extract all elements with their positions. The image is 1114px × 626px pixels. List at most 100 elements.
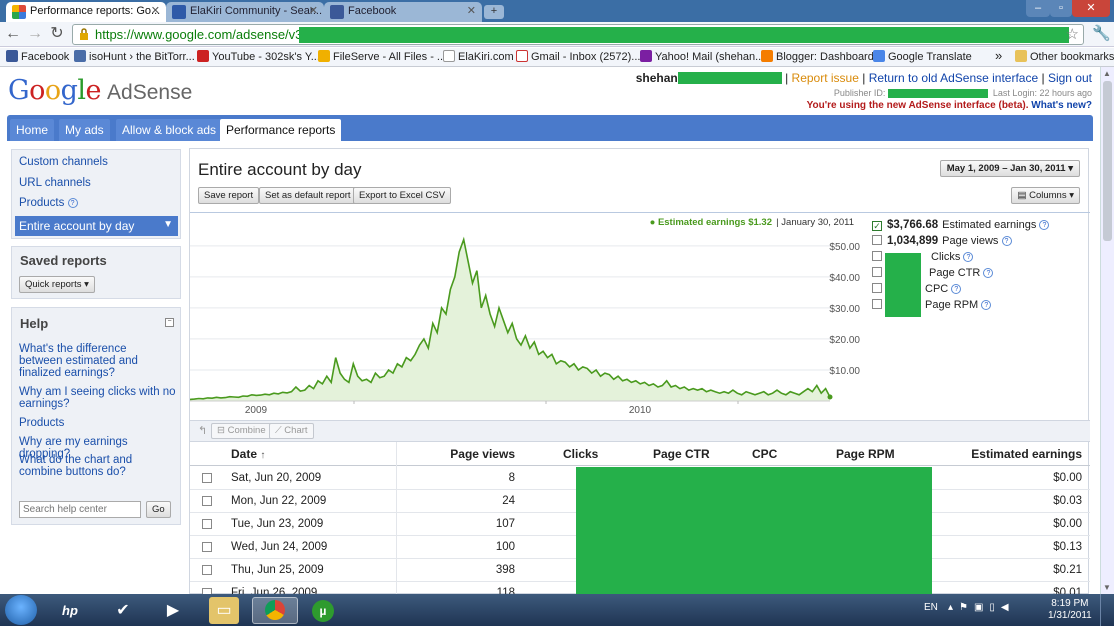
help-link-clicks-no-earnings[interactable]: Why am I seeing clicks with no earnings?	[19, 386, 177, 410]
clock[interactable]: 8:19 PM 1/31/2011	[1048, 598, 1092, 622]
bookmark-yahoo-mail[interactable]: Yahoo! Mail (shehan...	[640, 50, 764, 63]
bookmark-google-translate[interactable]: Google Translate	[873, 50, 972, 63]
tab-home[interactable]: Home	[10, 119, 55, 141]
tab-close-icon[interactable]: ✕	[467, 4, 476, 17]
report-issue-link[interactable]: Report issue	[792, 71, 859, 85]
tab-allow-block-ads[interactable]: Allow & block ads	[116, 119, 223, 141]
chart-button[interactable]: ⟋ Chart	[269, 423, 314, 439]
set-default-report-button[interactable]: Set as default report	[259, 187, 357, 204]
metric-clicks[interactable]: Clicks ?	[872, 251, 974, 263]
help-icon[interactable]: ?	[1001, 236, 1012, 246]
bookmark-fileserve[interactable]: FileServe - All Files - ...	[318, 50, 446, 63]
metric-checkbox[interactable]	[872, 267, 882, 277]
go-button[interactable]: Go	[146, 501, 171, 518]
browser-tab-facebook[interactable]: Facebook ✕	[324, 2, 482, 22]
quick-reports-dropdown[interactable]: Quick reports ▾	[19, 276, 95, 293]
checkmark-app-icon[interactable]: ✔	[105, 597, 141, 624]
metric-estimated-earnings[interactable]: ✓ $3,766.68 Estimated earnings ?	[872, 219, 1050, 231]
hp-icon[interactable]: hp	[52, 597, 88, 624]
reload-icon[interactable]: ↻	[47, 24, 67, 44]
address-bar[interactable]: https://www.google.com/adsense/v3/ ☆	[72, 24, 1084, 45]
collapse-icon[interactable]: −	[165, 318, 174, 327]
show-desktop-button[interactable]	[1100, 594, 1114, 626]
bookmark-gmail[interactable]: Gmail - Inbox (2572)...	[516, 50, 640, 63]
date-range-picker[interactable]: May 1, 2009 – Jan 30, 2011 ▾	[939, 160, 1080, 177]
utorrent-icon[interactable]: µ	[305, 597, 341, 624]
metric-checkbox[interactable]	[872, 235, 882, 245]
bookmarks-overflow-icon[interactable]: »	[995, 48, 1002, 63]
maximize-window-icon[interactable]: ▫	[1050, 0, 1072, 17]
bookmark-star-icon[interactable]: ☆	[1066, 25, 1079, 43]
tab-close-icon[interactable]: ✕	[151, 4, 160, 17]
col-clicks[interactable]: Clicks	[563, 447, 598, 461]
new-tab-icon[interactable]: +	[484, 5, 504, 19]
help-icon[interactable]: ?	[981, 300, 992, 310]
help-icon[interactable]: ?	[951, 284, 962, 294]
drilldown-arrow-icon[interactable]: ↰	[198, 424, 207, 437]
entire-account-by-day-item[interactable]: Entire account by day ▼	[15, 216, 178, 236]
bookmark-blogger[interactable]: Blogger: Dashboard	[761, 50, 874, 63]
browser-tab-adsense[interactable]: Performance reports: Go... ✕	[6, 2, 166, 22]
help-icon[interactable]: ?	[67, 198, 78, 208]
language-indicator[interactable]: EN	[924, 602, 938, 613]
help-link-estimated-vs-finalized[interactable]: What's the difference between estimated …	[19, 343, 169, 379]
search-help-input[interactable]	[19, 501, 141, 518]
col-page-rpm[interactable]: Page RPM	[836, 447, 895, 461]
metric-checkbox-checked[interactable]: ✓	[872, 221, 882, 231]
row-checkbox[interactable]	[202, 565, 212, 575]
sign-out-link[interactable]: Sign out	[1048, 71, 1092, 85]
scroll-down-icon[interactable]: ▼	[1103, 583, 1111, 592]
return-old-interface-link[interactable]: Return to old AdSense interface	[869, 71, 1038, 85]
col-page-views[interactable]: Page views	[450, 447, 515, 461]
col-date[interactable]: Date ↑	[231, 447, 265, 461]
help-icon[interactable]: ?	[983, 268, 994, 278]
browser-tab-elakiri[interactable]: ElaKiri Community - Sear... ✕	[166, 2, 324, 22]
close-window-icon[interactable]: ✕	[1072, 0, 1110, 17]
row-checkbox[interactable]	[202, 496, 212, 506]
scroll-up-icon[interactable]: ▲	[1103, 69, 1111, 78]
metric-page-views[interactable]: 1,034,899 Page views ?	[872, 235, 1012, 247]
row-checkbox[interactable]	[202, 542, 212, 552]
row-checkbox[interactable]	[202, 519, 212, 529]
metric-page-rpm[interactable]: Page RPM ?	[872, 299, 992, 311]
google-adsense-logo[interactable]: Google AdSense	[8, 75, 192, 106]
columns-button[interactable]: ▤ Columns ▾	[1011, 187, 1080, 204]
save-report-button[interactable]: Save report	[198, 187, 260, 204]
products-link[interactable]: Products ?	[19, 197, 78, 209]
tray-icons[interactable]: ▴⚑▣▯◀	[948, 602, 1015, 613]
metric-checkbox[interactable]	[872, 251, 882, 261]
forward-arrow-icon[interactable]: →	[25, 24, 45, 44]
other-bookmarks[interactable]: Other bookmarks	[1015, 50, 1114, 63]
export-csv-button[interactable]: Export to Excel CSV	[353, 187, 452, 204]
help-link-chart-combine[interactable]: What do the chart and combine buttons do…	[19, 454, 175, 478]
tab-my-ads[interactable]: My ads	[59, 119, 110, 141]
earnings-chart[interactable]: $10.00 $20.00 $30.00 $40.00 $50.00 2009 2010 ● …	[189, 213, 865, 421]
metric-checkbox[interactable]	[872, 283, 882, 293]
chrome-icon[interactable]	[252, 597, 298, 624]
wrench-menu-icon[interactable]: 🔧	[1092, 24, 1111, 42]
col-cpc[interactable]: CPC	[752, 447, 777, 461]
metric-page-ctr[interactable]: Page CTR ?	[872, 267, 994, 279]
help-icon[interactable]: ?	[963, 252, 974, 262]
back-arrow-icon[interactable]: ←	[3, 24, 23, 44]
col-page-ctr[interactable]: Page CTR	[653, 447, 710, 461]
bookmark-isohunt[interactable]: isoHunt › the BitTorr...	[74, 50, 195, 63]
metric-cpc[interactable]: CPC ?	[872, 283, 962, 295]
url-channels-link[interactable]: URL channels	[19, 177, 91, 189]
minimize-window-icon[interactable]: –	[1026, 0, 1050, 17]
bookmark-youtube[interactable]: YouTube - 302sk's Y...	[197, 50, 320, 63]
combine-button[interactable]: ⊟ Combine	[211, 423, 272, 439]
bookmark-facebook[interactable]: Facebook	[6, 50, 69, 63]
whats-new-link[interactable]: What's new?	[1031, 100, 1092, 111]
bookmark-elakiri[interactable]: ElaKiri.com	[443, 50, 514, 63]
scrollbar-thumb[interactable]	[1103, 81, 1112, 241]
metric-checkbox[interactable]	[872, 299, 882, 309]
start-button-icon[interactable]	[5, 595, 37, 625]
tab-close-icon[interactable]: ✕	[309, 4, 318, 17]
custom-channels-link[interactable]: Custom channels	[19, 156, 108, 168]
help-link-products[interactable]: Products	[19, 417, 64, 429]
explorer-folder-icon[interactable]: ▭	[209, 597, 239, 624]
tab-performance-reports[interactable]: Performance reports	[220, 119, 342, 141]
media-player-icon[interactable]: ▶	[155, 597, 191, 624]
col-estimated-earnings[interactable]: Estimated earnings	[971, 447, 1082, 461]
